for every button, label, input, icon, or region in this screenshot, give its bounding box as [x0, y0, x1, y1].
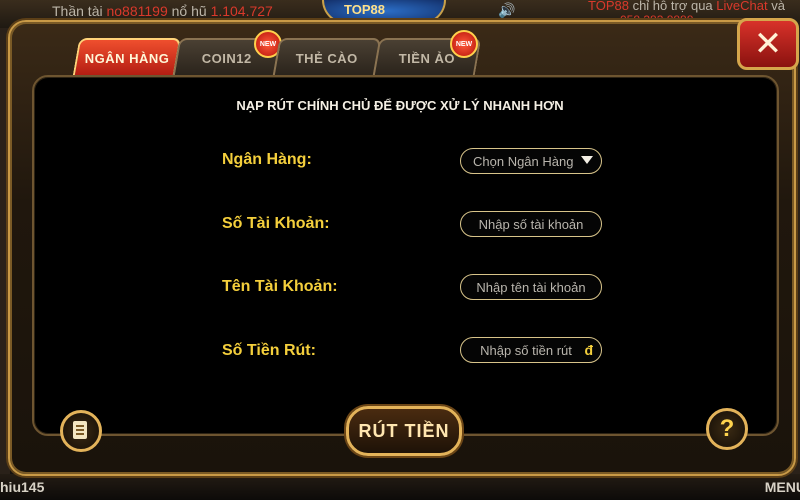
- help-button[interactable]: ?: [706, 408, 748, 450]
- history-button[interactable]: [60, 410, 102, 452]
- username: hiu145: [0, 479, 45, 495]
- account-name-input[interactable]: Nhập tên tài khoản: [460, 274, 602, 300]
- amount-input[interactable]: Nhập số tiền rút đ: [460, 337, 602, 363]
- jackpot-ticker: Thần tài no881199 nổ hũ 1.104.727: [52, 3, 273, 19]
- tab-bank[interactable]: NGÂN HÀNG: [72, 38, 182, 76]
- currency-icon: đ: [584, 342, 593, 358]
- support-notice: TOP88 chỉ hỗ trợ qua LiveChat và: [588, 0, 785, 13]
- menu-button[interactable]: MENU: [765, 479, 800, 495]
- question-icon: ?: [719, 415, 735, 442]
- account-number-input[interactable]: Nhập số tài khoản: [460, 211, 602, 237]
- form-panel: [32, 75, 779, 436]
- account-number-label: Số Tài Khoản:: [222, 215, 330, 232]
- withdraw-button[interactable]: RÚT TIỀN: [346, 406, 462, 456]
- close-button[interactable]: ✕: [737, 18, 799, 70]
- notice-text: NẠP RÚT CHÍNH CHỦ ĐỂ ĐƯỢC XỬ LÝ NHANH HƠ…: [236, 98, 564, 113]
- tab-card[interactable]: THẺ CÀO: [272, 38, 382, 76]
- new-badge: NEW: [450, 30, 478, 58]
- account-name-label: Tên Tài Khoản:: [222, 278, 338, 295]
- bank-select[interactable]: Chọn Ngân Hàng: [460, 148, 602, 174]
- bottom-bar: [0, 474, 800, 500]
- speaker-icon[interactable]: 🔊: [498, 3, 515, 19]
- document-icon: [73, 421, 87, 439]
- bank-label: Ngân Hàng:: [222, 151, 312, 168]
- chevron-down-icon: [581, 156, 593, 164]
- close-icon: ✕: [753, 24, 783, 64]
- amount-label: Số Tiền Rút:: [222, 342, 316, 359]
